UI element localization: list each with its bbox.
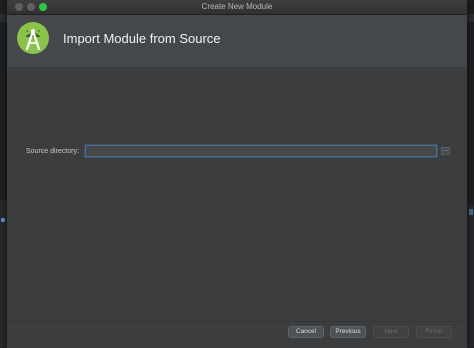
android-studio-icon xyxy=(17,22,49,54)
previous-button[interactable]: Previous xyxy=(330,326,366,338)
browse-directory-button[interactable]: ... xyxy=(441,147,450,155)
finish-button[interactable]: Finish xyxy=(416,326,452,338)
source-directory-input[interactable] xyxy=(85,145,437,157)
dialog-header: Import Module from Source xyxy=(7,15,467,67)
background-right-panel xyxy=(467,205,474,347)
dialog-content: Source directory: ... xyxy=(7,67,467,321)
background-right-marker xyxy=(469,209,473,215)
next-button[interactable]: Next xyxy=(373,326,409,338)
window-title: Create New Module xyxy=(201,2,273,11)
cancel-button[interactable]: Cancel xyxy=(288,326,324,338)
background-left-marker xyxy=(1,218,5,222)
page-title: Import Module from Source xyxy=(63,31,221,46)
background-left-panel xyxy=(0,200,7,347)
title-bar: Create New Module xyxy=(7,0,467,15)
source-directory-label: Source directory: xyxy=(26,148,79,155)
create-new-module-dialog: Create New Module Import Module from Sou… xyxy=(7,0,467,348)
